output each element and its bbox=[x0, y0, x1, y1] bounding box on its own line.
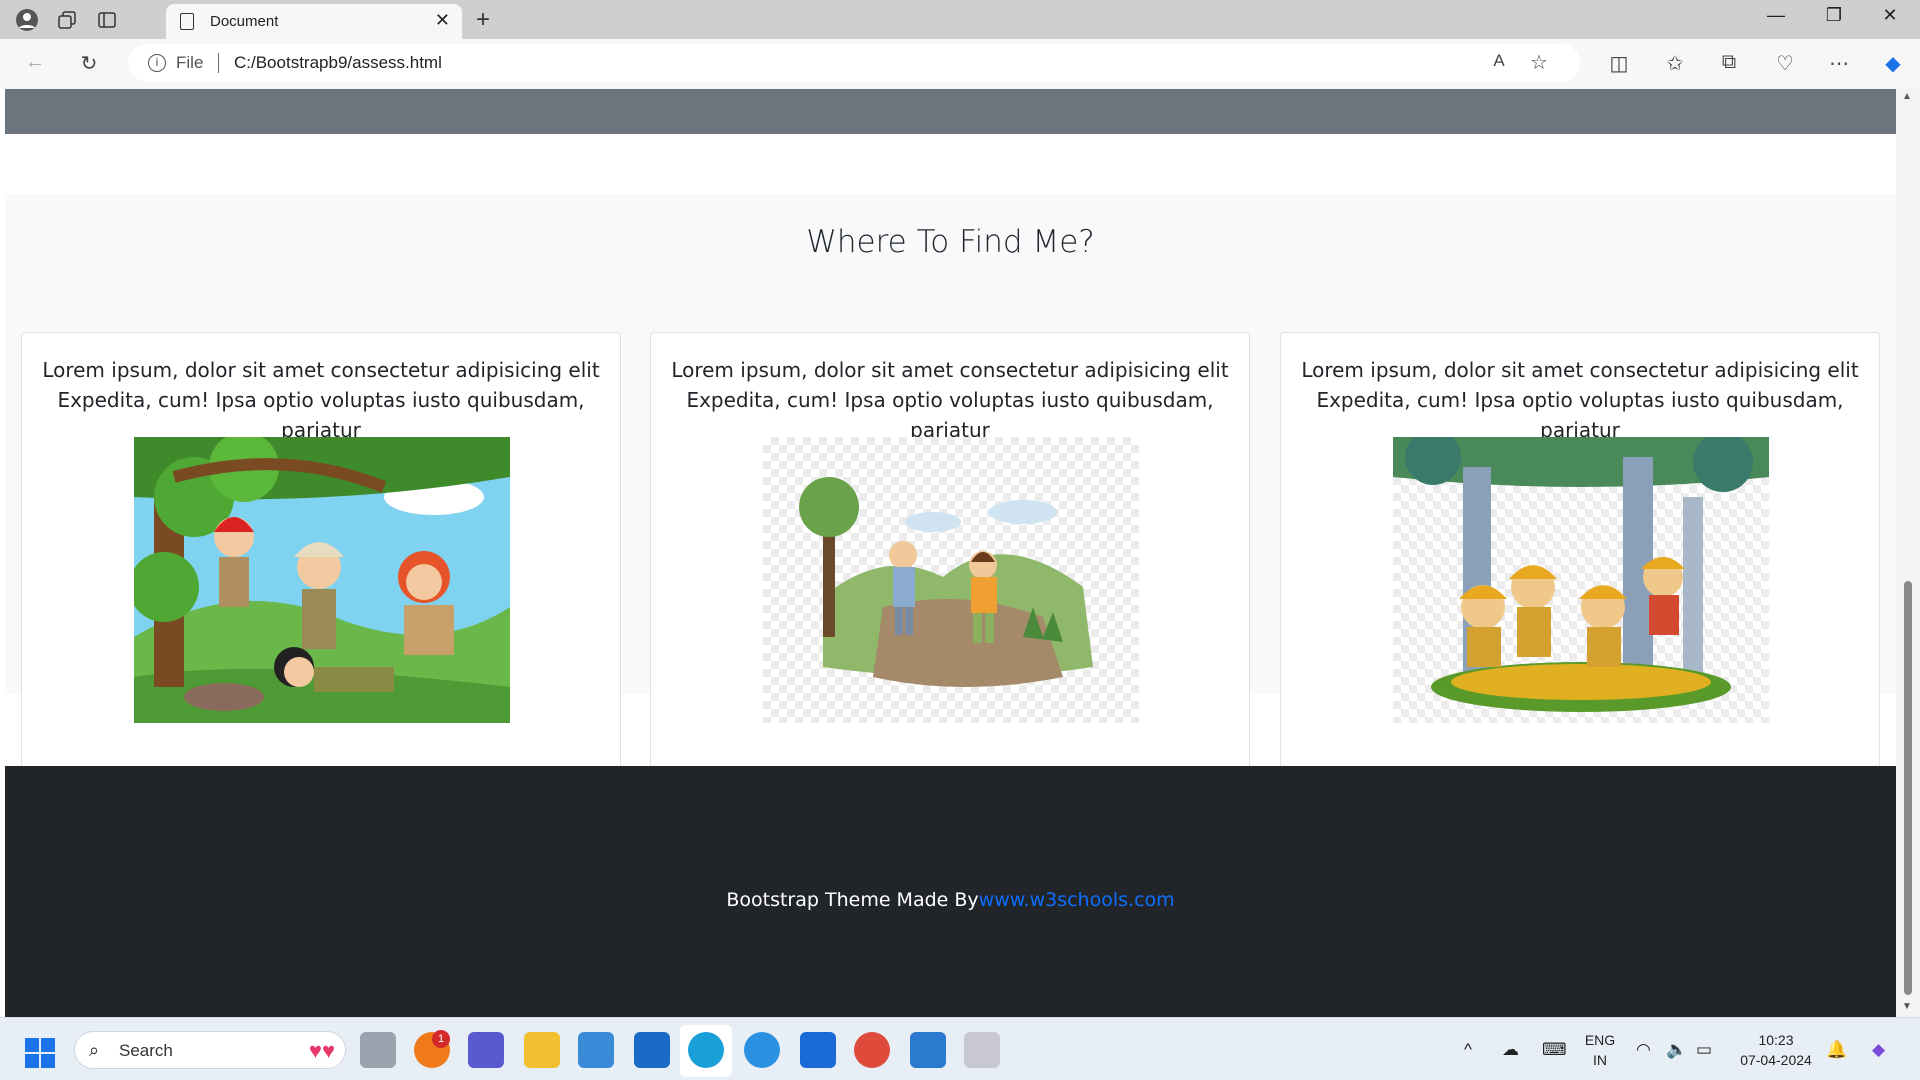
favorites-icon[interactable]: ✩ bbox=[1660, 51, 1690, 76]
document-icon bbox=[180, 13, 194, 30]
w3schools-link[interactable]: www.w3schools.com bbox=[979, 889, 1175, 911]
vertical-tabs-icon[interactable] bbox=[94, 7, 120, 33]
card-1: Lorem ipsum, dolor sit amet consectetur … bbox=[21, 332, 621, 772]
scroll-down-arrow-icon[interactable]: ▼ bbox=[1902, 1001, 1912, 1012]
task-view-icon[interactable] bbox=[360, 1032, 396, 1068]
search-highlight-icon: ♥♥ bbox=[308, 1038, 335, 1063]
clock-time: 10:23 bbox=[1758, 1032, 1794, 1048]
card-image-scout-kids bbox=[1393, 437, 1769, 723]
page-viewport: Where To Find Me? Lorem ipsum, dolor sit… bbox=[0, 89, 1920, 1017]
chrome-icon[interactable] bbox=[854, 1032, 890, 1068]
split-screen-icon[interactable]: ◫ bbox=[1604, 51, 1634, 76]
volume-icon[interactable]: 🔈 bbox=[1666, 1040, 1687, 1060]
language-indicator[interactable]: ENG IN bbox=[1580, 1030, 1620, 1070]
battery-icon[interactable]: ▭ bbox=[1696, 1040, 1712, 1060]
collections-toolbar-icon[interactable]: ⧉ bbox=[1714, 51, 1744, 74]
favorite-star-icon[interactable]: ☆ bbox=[1524, 50, 1554, 75]
search-label: Search bbox=[119, 1041, 173, 1060]
settings-more-icon[interactable]: ⋯ bbox=[1824, 51, 1854, 76]
myhp-icon[interactable] bbox=[634, 1032, 670, 1068]
onedrive-icon[interactable]: ☁ bbox=[1502, 1040, 1519, 1060]
scroll-up-arrow-icon[interactable]: ▲ bbox=[1902, 91, 1912, 102]
card-text: Lorem ipsum, dolor sit amet consectetur … bbox=[42, 358, 600, 442]
restore-button[interactable]: ❐ bbox=[1814, 5, 1854, 26]
footer-credit-label: Bootstrap Theme Made By bbox=[726, 889, 979, 911]
footer-text: Bootstrap Theme Made Bywww.w3schools.com bbox=[5, 889, 1896, 911]
close-window-button[interactable]: ✕ bbox=[1870, 5, 1910, 26]
snipping-tool-icon[interactable] bbox=[964, 1032, 1000, 1068]
teams-icon[interactable] bbox=[468, 1032, 504, 1068]
language-text: ENG bbox=[1584, 1032, 1616, 1048]
notifications-bell-icon[interactable]: 🔔 bbox=[1826, 1040, 1847, 1060]
minimize-button[interactable]: — bbox=[1756, 5, 1796, 26]
vertical-scrollbar[interactable]: ▲ ▼ bbox=[1896, 89, 1920, 1017]
tab-document[interactable]: Document ✕ bbox=[166, 4, 462, 39]
address-bar[interactable]: i File C:/Bootstrapb9/assess.html A ☆ bbox=[128, 44, 1580, 82]
card-text: Lorem ipsum, dolor sit amet consectetur … bbox=[1301, 358, 1859, 442]
taskbar-search[interactable]: ⌕ Search ♥♥ bbox=[74, 1031, 346, 1069]
notification-badge: 1 bbox=[432, 1030, 450, 1048]
card-2: Lorem ipsum, dolor sit amet consectetur … bbox=[650, 332, 1250, 772]
file-explorer-icon[interactable] bbox=[524, 1032, 560, 1068]
address-prefix: File bbox=[176, 53, 204, 72]
region-text: IN bbox=[1593, 1052, 1607, 1068]
tab-title: Document bbox=[210, 13, 279, 30]
search-icon: ⌕ bbox=[89, 1040, 100, 1060]
scrollbar-thumb[interactable] bbox=[1904, 581, 1912, 995]
card-text: Lorem ipsum, dolor sit amet consectetur … bbox=[671, 358, 1229, 442]
navbar bbox=[5, 89, 1896, 134]
show-hidden-icons-icon[interactable]: ^ bbox=[1464, 1040, 1472, 1060]
section-title: Where To Find Me? bbox=[806, 224, 1095, 260]
card-image-kids-hiking bbox=[763, 437, 1139, 723]
refresh-icon[interactable]: ↻ bbox=[74, 51, 104, 76]
help-icon[interactable] bbox=[744, 1032, 780, 1068]
microsoft-store-icon[interactable] bbox=[578, 1032, 614, 1068]
edge-icon[interactable] bbox=[688, 1032, 724, 1068]
wifi-icon[interactable]: ◠ bbox=[1636, 1040, 1651, 1060]
new-tab-button[interactable]: + bbox=[476, 6, 490, 34]
windows-taskbar: ⌕ Search ♥♥ 1 ^ ☁ ⌨ ENG IN ◠ 🔈 ▭ 10:23 0… bbox=[0, 1017, 1920, 1080]
card-image-kids-forest bbox=[134, 437, 510, 723]
read-aloud-icon[interactable]: A bbox=[1484, 51, 1514, 71]
system-clock[interactable]: 10:23 07-04-2024 bbox=[1736, 1030, 1816, 1070]
browser-tab-bar: Document ✕ + — ❐ ✕ bbox=[0, 0, 1920, 39]
address-separator bbox=[218, 53, 219, 73]
copilot-taskbar-icon[interactable]: ◆ bbox=[1872, 1040, 1885, 1060]
vscode-icon[interactable] bbox=[910, 1032, 946, 1068]
browser-essentials-icon[interactable]: ♡ bbox=[1770, 51, 1800, 76]
browser-toolbar: ← ↻ i File C:/Bootstrapb9/assess.html A … bbox=[0, 39, 1920, 89]
windows-start-icon[interactable] bbox=[25, 1038, 55, 1068]
keyboard-icon[interactable]: ⌨ bbox=[1542, 1040, 1567, 1060]
footer: Bootstrap Theme Made Bywww.w3schools.com bbox=[5, 766, 1896, 1017]
copilot-icon[interactable]: ◆ bbox=[1878, 51, 1908, 76]
app-window-icon[interactable] bbox=[800, 1032, 836, 1068]
close-tab-icon[interactable]: ✕ bbox=[435, 10, 450, 31]
profile-icon[interactable] bbox=[14, 7, 40, 33]
info-icon[interactable]: i bbox=[148, 54, 166, 72]
clock-date: 07-04-2024 bbox=[1740, 1052, 1812, 1068]
card-3: Lorem ipsum, dolor sit amet consectetur … bbox=[1280, 332, 1880, 772]
url-text[interactable]: C:/Bootstrapb9/assess.html bbox=[234, 53, 442, 73]
back-icon[interactable]: ← bbox=[20, 51, 50, 74]
collections-icon[interactable] bbox=[54, 7, 80, 33]
